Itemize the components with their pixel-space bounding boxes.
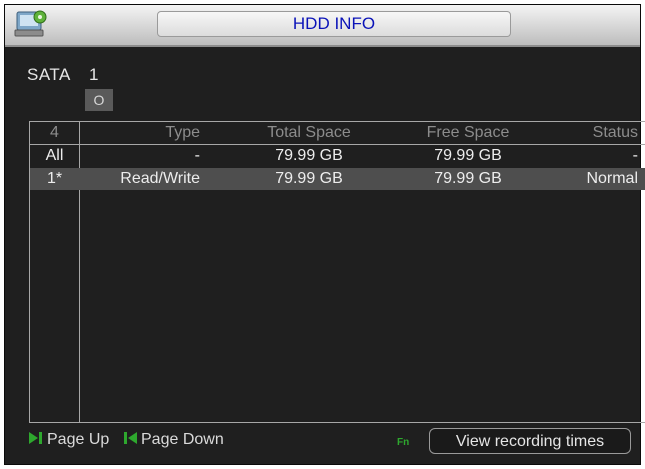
window-title: HDD INFO	[157, 11, 511, 37]
table-header: 4 Type Total Space Free Space Status	[30, 122, 645, 145]
row-status: Normal	[586, 170, 638, 187]
page-down-icon	[123, 431, 141, 449]
header-free-space: Free Space	[426, 124, 510, 141]
row-free-space: 79.99 GB	[434, 147, 502, 164]
header-count: 4	[50, 124, 59, 141]
row-index: 1*	[46, 170, 63, 187]
view-recording-times-button[interactable]: View recording times	[429, 428, 631, 454]
page-down-button[interactable]: Page Down	[123, 431, 224, 449]
fn-key-hint: Fn	[397, 437, 410, 448]
row-status: -	[632, 147, 638, 164]
page-up-label: Page Up	[47, 431, 110, 448]
row-index: All	[45, 147, 64, 164]
table-row[interactable]: All - 79.99 GB 79.99 GB -	[30, 145, 645, 167]
header-status: Status	[592, 124, 638, 141]
header-type: Type	[165, 124, 200, 141]
hdd-info-window: HDD INFO SATA 1 O 4 Type Total Space Fre…	[4, 4, 645, 465]
row-total-space: 79.99 GB	[275, 170, 343, 187]
column-divider	[79, 122, 80, 422]
page-up-button[interactable]: Page Up	[29, 431, 109, 449]
page-up-icon	[29, 431, 47, 449]
title-bar: HDD INFO	[5, 5, 640, 47]
hdd-table: 4 Type Total Space Free Space Status All…	[29, 121, 645, 423]
page-down-label: Page Down	[141, 431, 224, 448]
table-row-selected[interactable]: 1* Read/Write 79.99 GB 79.99 GB Normal	[30, 168, 645, 190]
row-type: -	[194, 147, 200, 164]
footer-bar: Page Up Page Down Fn View recording time…	[5, 425, 640, 461]
row-free-space: 79.99 GB	[434, 170, 502, 187]
sata-label: SATA	[27, 65, 71, 84]
hdd-settings-icon	[13, 8, 49, 40]
header-total-space: Total Space	[267, 124, 351, 141]
row-total-space: 79.99 GB	[275, 147, 343, 164]
sata-number: 1	[89, 65, 99, 84]
disk-status-indicator[interactable]: O	[85, 89, 113, 111]
row-type: Read/Write	[120, 170, 200, 187]
